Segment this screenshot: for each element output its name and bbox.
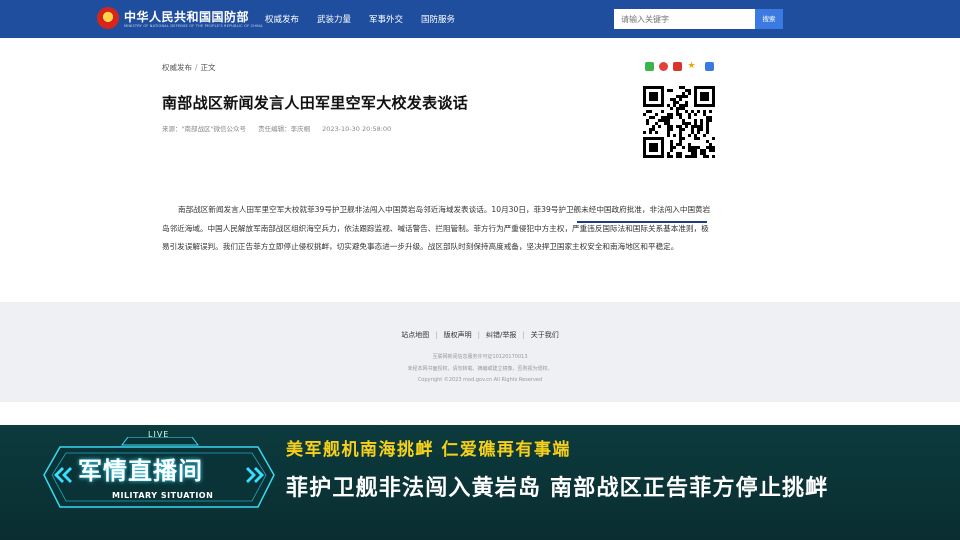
- article-meta: 来源："南部战区"微信公众号 责任编辑：李庆桐 2023-10-30 20:58…: [162, 123, 401, 133]
- site-name[interactable]: 中华人民共和国国防部: [124, 8, 249, 25]
- footer-link-report[interactable]: 纠错/举报: [480, 331, 522, 339]
- live-label: LIVE: [148, 430, 170, 439]
- nav-item-military-diplomacy[interactable]: 军事外交: [369, 13, 403, 25]
- nav-item-armed-forces[interactable]: 武装力量: [317, 13, 351, 25]
- article-datetime: 2023-10-30 20:58:00: [322, 125, 392, 133]
- qr-code: [643, 86, 715, 158]
- nav-item-authoritative-release[interactable]: 权威发布: [265, 13, 299, 25]
- headline-secondary: 美军舰机南海挑衅 仁爱礁再有事端: [286, 440, 571, 460]
- pdf-icon[interactable]: [673, 62, 682, 71]
- wechat-share-icon[interactable]: [645, 62, 654, 71]
- breadcrumb-current: 正文: [200, 63, 216, 72]
- program-subtitle: MILITARY SITUATION: [112, 491, 214, 500]
- site-footer: 站点地图 | 版权声明 | 纠错/举报 | 关于我们 互联网新闻信息服务许可证1012017…: [0, 302, 960, 402]
- nav-item-defense-services[interactable]: 国防服务: [421, 13, 455, 25]
- footer-links: 站点地图 | 版权声明 | 纠错/举报 | 关于我们: [0, 330, 960, 340]
- footer-bottom-strip: [0, 402, 960, 425]
- site-header: 中华人民共和国国防部 MINISTRY OF NATIONAL DEFENSE …: [0, 0, 960, 38]
- search-input[interactable]: [614, 9, 755, 29]
- favorite-star-icon[interactable]: ★: [687, 62, 696, 71]
- article-body: 南部战区新闻发言人田军里空军大校就菲39号护卫舰非法闯入中国黄岩岛邻近海域发表谈…: [162, 205, 711, 251]
- article-panel: 权威发布 / 正文 ★ 南部战区新闻发言人田军里空军大校发表谈话 来源："南部战区"…: [0, 38, 960, 302]
- headline-primary: 菲护卫舰非法闯入黄岩岛 南部战区正告菲方停止挑衅: [286, 476, 829, 501]
- footer-icp: 互联网新闻信息服务许可证10120170013: [432, 354, 528, 360]
- site-english-name: MINISTRY OF NATIONAL DEFENSE OF THE PEOP…: [124, 24, 263, 28]
- search-button[interactable]: 搜索: [755, 9, 783, 29]
- footer-link-about[interactable]: 关于我们: [525, 331, 565, 339]
- breadcrumb-section[interactable]: 权威发布: [162, 63, 192, 72]
- article-title: 南部战区新闻发言人田军里空军大校发表谈话: [162, 94, 469, 112]
- article-editor: 责任编辑：李庆桐: [258, 125, 311, 133]
- national-emblem-icon: [97, 7, 119, 29]
- breadcrumb: 权威发布 / 正文: [162, 63, 216, 72]
- footer-copyright: Copyright ©2023 mod.gov.cn All Rights Re…: [417, 377, 543, 383]
- program-title: 军情直播间: [78, 457, 203, 485]
- weibo-share-icon[interactable]: [659, 62, 668, 71]
- article-source: 来源："南部战区"微信公众号: [162, 125, 246, 133]
- footer-notice: 未经本网书面授权，请勿转载、摘编或建立镜像，否则视为侵权。: [407, 366, 553, 372]
- highlight-underline: [577, 221, 707, 223]
- browser-screen: 中华人民共和国国防部 MINISTRY OF NATIONAL DEFENSE …: [0, 0, 960, 425]
- footer-link-sitemap[interactable]: 站点地图: [395, 331, 435, 339]
- more-share-icon[interactable]: [705, 62, 714, 71]
- footer-link-copyright[interactable]: 版权声明: [438, 331, 478, 339]
